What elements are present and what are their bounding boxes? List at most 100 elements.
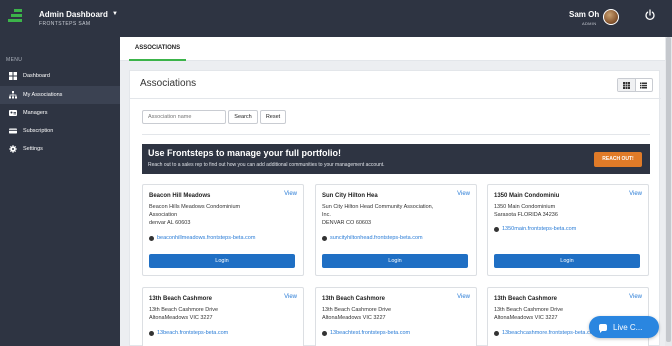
- tab-associations[interactable]: ASSOCIATIONS: [129, 37, 186, 61]
- globe-icon: [494, 226, 499, 232]
- associations-panel: Associations Search Reset Use Frontsteps…: [129, 70, 661, 346]
- app-title[interactable]: Admin Dashboard: [39, 10, 108, 19]
- address-line: AltonaMeadows VIC 3227: [149, 315, 213, 321]
- list-view-button[interactable]: [636, 79, 653, 91]
- id-card-icon: [9, 109, 17, 117]
- association-name: 1350 Main Condominiu: [494, 193, 560, 199]
- association-url[interactable]: 1350main.frontsteps-beta.com: [502, 226, 576, 232]
- divider: [142, 134, 650, 135]
- address-line: 1350 Main Condominium: [494, 204, 556, 210]
- sidebar-item-label: Managers: [23, 110, 48, 116]
- list-icon: [640, 82, 648, 88]
- association-card: 13th Beach Cashmore View 13th Beach Cash…: [142, 287, 304, 346]
- sidebar-item-managers[interactable]: Managers: [0, 104, 120, 122]
- association-url[interactable]: suncityhiltonhead.frontsteps-beta.com: [330, 235, 423, 241]
- app-subtitle: FRONTSTEPS SAM: [39, 21, 91, 27]
- sidebar-item-label: Settings: [23, 146, 43, 152]
- association-name: Sun City Hilton Hea: [322, 193, 378, 199]
- power-icon[interactable]: [644, 9, 656, 21]
- association-address: 13th Beach Cashmore Drive AltonaMeadows …: [149, 306, 299, 322]
- scrollbar[interactable]: [665, 37, 672, 346]
- address-line: Inc.: [322, 212, 331, 218]
- reach-out-button[interactable]: REACH OUT!: [594, 152, 642, 167]
- sidebar-item-subscription[interactable]: Subscription: [0, 122, 120, 140]
- association-url-link[interactable]: beaconhillmeadows.frontsteps-beta.com: [149, 235, 255, 241]
- globe-icon: [322, 235, 327, 241]
- association-address: 1350 Main Condominium Sarasota FLORIDA 3…: [494, 203, 644, 219]
- association-address: Sun City Hilton Head Community Associati…: [322, 203, 472, 227]
- grid-icon: [622, 81, 630, 89]
- globe-icon: [149, 235, 154, 241]
- address-line: Beacon Hills Meadows Condominium: [149, 204, 241, 210]
- association-name: Beacon Hill Meadows: [149, 193, 211, 199]
- sidebar-item-settings[interactable]: Settings: [0, 140, 120, 158]
- association-name: 13th Beach Cashmore: [149, 296, 213, 302]
- association-address: Beacon Hills Meadows Condominium Associa…: [149, 203, 299, 227]
- chat-bubble-icon: [599, 323, 607, 333]
- globe-icon: [494, 330, 499, 336]
- association-url-link[interactable]: suncityhiltonhead.frontsteps-beta.com: [322, 235, 423, 241]
- association-url-link[interactable]: 13beachcashmore.frontsteps-beta.com: [494, 330, 597, 336]
- association-url-link[interactable]: 13beachtest.frontsteps-beta.com: [322, 330, 410, 336]
- association-address: 13th Beach Cashmore Drive AltonaMeadows …: [322, 306, 472, 322]
- sitemap-icon: [9, 91, 17, 99]
- view-link[interactable]: View: [629, 294, 642, 300]
- view-link[interactable]: View: [457, 191, 470, 197]
- globe-icon: [149, 330, 154, 336]
- association-url-link[interactable]: 13beach.frontsteps-beta.com: [149, 330, 228, 336]
- promo-banner: Use Frontsteps to manage your full portf…: [142, 144, 650, 174]
- view-link[interactable]: View: [284, 294, 297, 300]
- sidebar-item-label: My Associations: [23, 92, 63, 98]
- user-role: ADMIN: [582, 21, 597, 26]
- address-line: denvar AL 60603: [149, 220, 191, 226]
- chevron-down-icon[interactable]: ▼: [112, 11, 118, 17]
- menu-label: MENU: [6, 57, 23, 63]
- sidebar-item-label: Dashboard: [23, 73, 50, 79]
- login-button[interactable]: Login: [494, 254, 640, 268]
- sidebar: MENU Dashboard My Associations Managers …: [0, 37, 120, 346]
- login-button[interactable]: Login: [322, 254, 468, 268]
- association-name: 13th Beach Cashmore: [494, 296, 558, 302]
- gear-icon: [9, 145, 17, 153]
- address-line: AltonaMeadows VIC 3227: [322, 315, 386, 321]
- association-url[interactable]: 13beachcashmore.frontsteps-beta.com: [502, 330, 597, 336]
- sidebar-item-dashboard[interactable]: Dashboard: [0, 67, 120, 85]
- view-link[interactable]: View: [457, 294, 470, 300]
- tab-strip: ASSOCIATIONS: [120, 37, 672, 61]
- association-url[interactable]: beaconhillmeadows.frontsteps-beta.com: [157, 235, 255, 241]
- live-chat-label: Live C...: [613, 322, 643, 332]
- reset-button[interactable]: Reset: [260, 110, 286, 124]
- view-link[interactable]: View: [629, 191, 642, 197]
- address-line: DENVAR CO 60603: [322, 220, 372, 226]
- view-link[interactable]: View: [284, 191, 297, 197]
- divider: [130, 98, 661, 99]
- globe-icon: [322, 330, 327, 336]
- search-button[interactable]: Search: [228, 110, 258, 124]
- sidebar-item-label: Subscription: [23, 128, 54, 134]
- banner-subtitle: Reach out to a sales rep to find out how…: [148, 162, 385, 168]
- avatar[interactable]: [603, 9, 619, 25]
- search-input[interactable]: [142, 110, 226, 124]
- association-card: 1350 Main Condominiu View 1350 Main Cond…: [487, 184, 649, 276]
- grid-view-button[interactable]: [618, 79, 636, 91]
- sidebar-item-my-associations[interactable]: My Associations: [0, 86, 120, 104]
- view-toggle: [617, 78, 653, 92]
- association-card: Sun City Hilton Hea View Sun City Hilton…: [315, 184, 477, 276]
- frontsteps-logo-icon[interactable]: [8, 9, 22, 27]
- user-name[interactable]: Sam Oh: [569, 10, 599, 19]
- association-url[interactable]: 13beachtest.frontsteps-beta.com: [330, 330, 410, 336]
- address-line: 13th Beach Cashmore Drive: [149, 307, 219, 313]
- association-card: Beacon Hill Meadows View Beacon Hills Me…: [142, 184, 304, 276]
- association-url-link[interactable]: 1350main.frontsteps-beta.com: [494, 226, 576, 232]
- dashboard-icon: [9, 72, 17, 80]
- association-url[interactable]: 13beach.frontsteps-beta.com: [157, 330, 228, 336]
- login-button[interactable]: Login: [149, 254, 295, 268]
- live-chat-button[interactable]: Live C...: [589, 316, 659, 338]
- association-card: 13th Beach Cashmore View 13th Beach Cash…: [315, 287, 477, 346]
- address-line: 13th Beach Cashmore Drive: [322, 307, 392, 313]
- address-line: Sun City Hilton Head Community Associati…: [322, 204, 434, 210]
- association-name: 13th Beach Cashmore: [322, 296, 386, 302]
- address-line: Sarasota FLORIDA 34236: [494, 212, 558, 218]
- page-title: Associations: [140, 78, 197, 89]
- scrollbar-thumb[interactable]: [666, 37, 671, 342]
